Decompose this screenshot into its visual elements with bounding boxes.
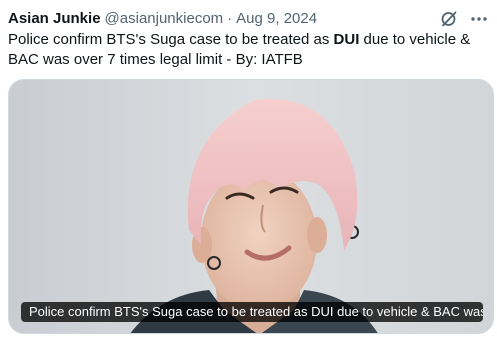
author-handle[interactable]: @asianjunkiecom <box>105 9 224 29</box>
post-date[interactable]: Aug 9, 2024 <box>236 9 317 29</box>
tweet-header: Asian Junkie @asianjunkiecom · Aug 9, 20… <box>8 9 489 29</box>
preview-image <box>9 80 493 333</box>
tweet-text-before: Police confirm BTS's Suga case to be tre… <box>8 31 334 48</box>
header-actions <box>439 9 489 29</box>
separator-dot: · <box>227 10 233 27</box>
more-button[interactable] <box>469 9 489 29</box>
more-icon <box>471 17 487 21</box>
grok-button[interactable] <box>439 9 459 29</box>
link-preview-card[interactable]: Police confirm BTS's Suga case to be tre… <box>8 79 494 334</box>
grok-icon <box>441 11 457 27</box>
tweet-text-bold: DUI <box>333 31 360 48</box>
preview-caption: Police confirm BTS's Suga case to be tre… <box>21 302 483 322</box>
tweet-text: Police confirm BTS's Suga case to be tre… <box>8 30 489 70</box>
author-name[interactable]: Asian Junkie <box>8 9 101 29</box>
